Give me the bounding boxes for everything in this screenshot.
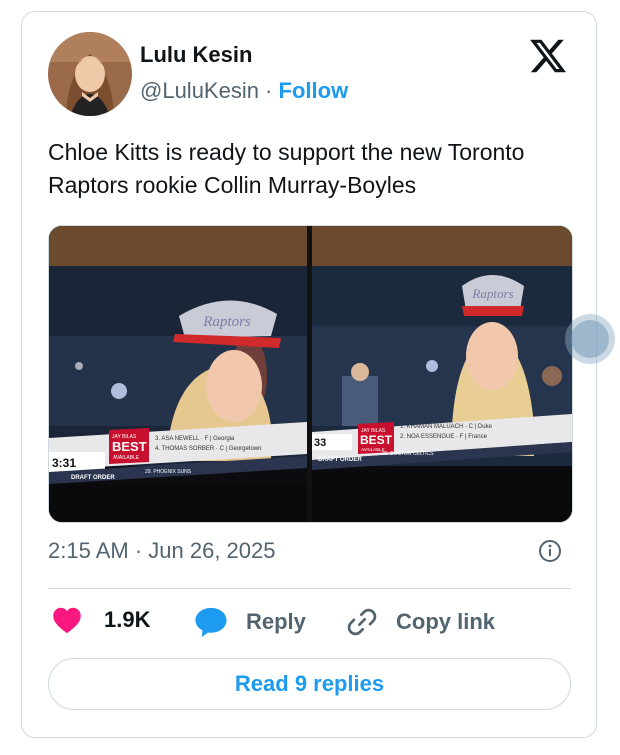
hat-text-1: Raptors [202,314,251,330]
author-name[interactable]: Lulu Kesin [140,42,252,68]
ticker-line2-2: 2. NOA ESSENGUE · F | France [400,434,488,440]
info-icon[interactable] [538,539,562,563]
copy-link-label: Copy link [396,609,496,634]
ticker-available-1: AVAILABLE [113,455,140,461]
tweet-timestamp[interactable]: 2:15 AM · Jun 26, 2025 [48,538,276,564]
hat-text-2: Raptors [471,286,513,301]
ticker-best-2: BEST [360,433,393,447]
copy-link-button[interactable]: Copy link [346,606,495,638]
clock-1: 3:31 [52,456,76,470]
reply-bubble-icon [195,607,227,638]
clock-2: 33 [314,437,326,449]
action-bar: 1.9K Reply Copy link [48,606,571,642]
reply-label: Reply [246,609,306,634]
ticker-line1-1: 3. ASA NEWELL · F | Georgia [155,436,235,442]
heart-icon [53,607,81,634]
draft-order-2: DRAFT ORDER [318,457,362,463]
follow-button[interactable]: Follow [279,78,349,103]
like-button[interactable]: 1.9K [52,606,150,634]
media-grid: Raptors JAY BILAS BEST AVAILABLE 3. ASA … [48,225,573,523]
avatar[interactable] [48,32,132,116]
tweet-text: Chloe Kitts is ready to support the new … [48,139,525,198]
scroll-indicator [565,314,615,364]
photo-2[interactable]: Raptors JAY BILAS BEST AVAILABLE 1. KHAM… [312,226,572,522]
draft-order-1: DRAFT ORDER [71,475,115,481]
separator: · [265,78,273,103]
reply-button[interactable]: Reply [194,606,306,638]
next-pick-2: 26. BOSTON CELTICS [382,451,434,457]
ticker-line2-1: 4. THOMAS SORBER · C | Georgetown [155,446,261,452]
next-pick-1: 29. PHOENIX SUNS [145,469,192,475]
x-logo-icon[interactable] [528,36,568,76]
divider [48,588,571,589]
photo-1[interactable]: Raptors JAY BILAS BEST AVAILABLE 3. ASA … [49,226,307,522]
like-count: 1.9K [104,607,151,632]
read-replies-button[interactable]: Read 9 replies [48,658,571,710]
link-icon [347,608,377,636]
ticker-best-1: BEST [112,439,147,454]
author-handle[interactable]: @LuluKesin [140,78,259,103]
handle-row: @LuluKesin · Follow [140,78,348,104]
ticker-line1-2: 1. KHAMAN MALUACH · C | Duke [400,424,493,430]
tweet-card: Lulu Kesin @LuluKesin · Follow Chloe Kit… [21,11,597,738]
